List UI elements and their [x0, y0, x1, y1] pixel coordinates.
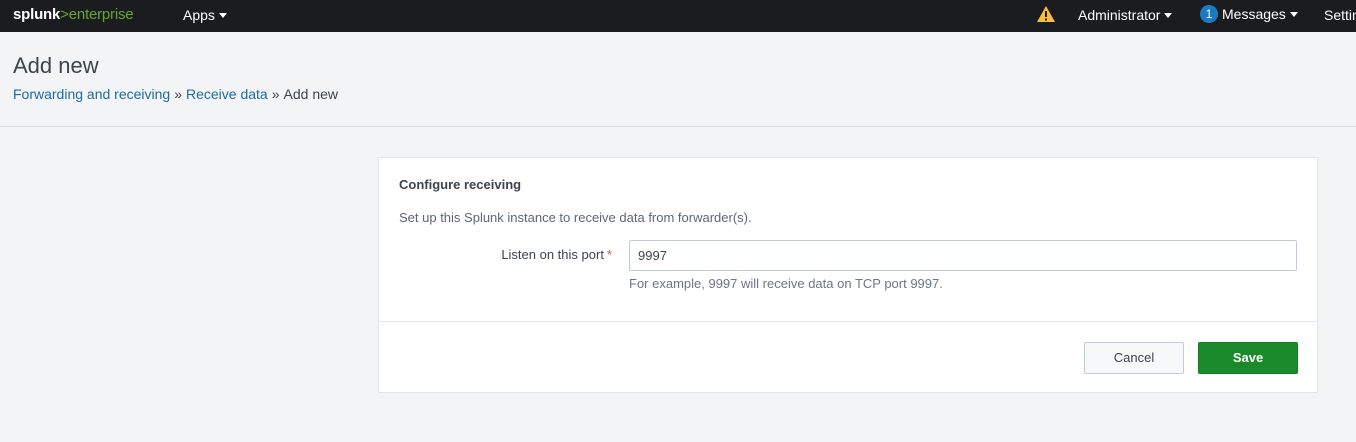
configure-receiving-panel: Configure receiving Set up this Splunk i… — [378, 157, 1318, 393]
settings-menu-label: Settings — [1324, 7, 1356, 23]
top-navigation-bar: splunk>enterprise Apps Administrator 1 Me… — [0, 0, 1356, 32]
user-menu-label: Administrator — [1078, 7, 1161, 23]
chevron-down-icon — [1164, 13, 1173, 18]
section-description: Set up this Splunk instance to receive d… — [399, 210, 752, 225]
port-field-label: Listen on this port * — [501, 247, 612, 262]
panel-divider — [379, 321, 1317, 322]
port-label-text: Listen on this port — [501, 247, 604, 262]
breadcrumb-current: Add new — [283, 86, 338, 102]
logo-separator: > — [60, 6, 69, 23]
messages-menu-label: Messages — [1222, 6, 1286, 22]
chevron-down-icon — [218, 13, 227, 18]
warning-triangle-icon[interactable] — [1036, 5, 1056, 23]
apps-menu[interactable]: Apps — [183, 7, 227, 23]
logo-brand: splunk — [13, 6, 61, 23]
messages-count-badge: 1 — [1200, 5, 1218, 23]
required-marker: * — [606, 247, 612, 262]
breadcrumb: Forwarding and receiving» Receive data» Ad… — [13, 86, 338, 102]
port-input[interactable] — [629, 240, 1297, 271]
breadcrumb-receive-data[interactable]: Receive data — [186, 86, 268, 102]
save-button[interactable]: Save — [1198, 342, 1298, 374]
breadcrumb-separator: » — [174, 86, 182, 102]
splunk-logo[interactable]: splunk>enterprise — [13, 6, 134, 23]
settings-menu[interactable]: Settings — [1324, 7, 1356, 23]
port-help-text: For example, 9997 will receive data on T… — [629, 276, 943, 291]
apps-menu-label: Apps — [183, 7, 215, 23]
breadcrumb-forwarding-receiving[interactable]: Forwarding and receiving — [13, 86, 170, 102]
page-title: Add new — [13, 53, 99, 78]
user-menu[interactable]: Administrator — [1078, 7, 1173, 23]
chevron-down-icon — [1289, 12, 1298, 17]
messages-menu[interactable]: 1 Messages — [1200, 5, 1298, 23]
section-title: Configure receiving — [399, 177, 522, 192]
cancel-button[interactable]: Cancel — [1084, 342, 1184, 374]
logo-product: enterprise — [68, 6, 134, 23]
breadcrumb-separator: » — [271, 86, 280, 102]
page-header: Add new Forwarding and receiving» Receive… — [0, 32, 1356, 127]
